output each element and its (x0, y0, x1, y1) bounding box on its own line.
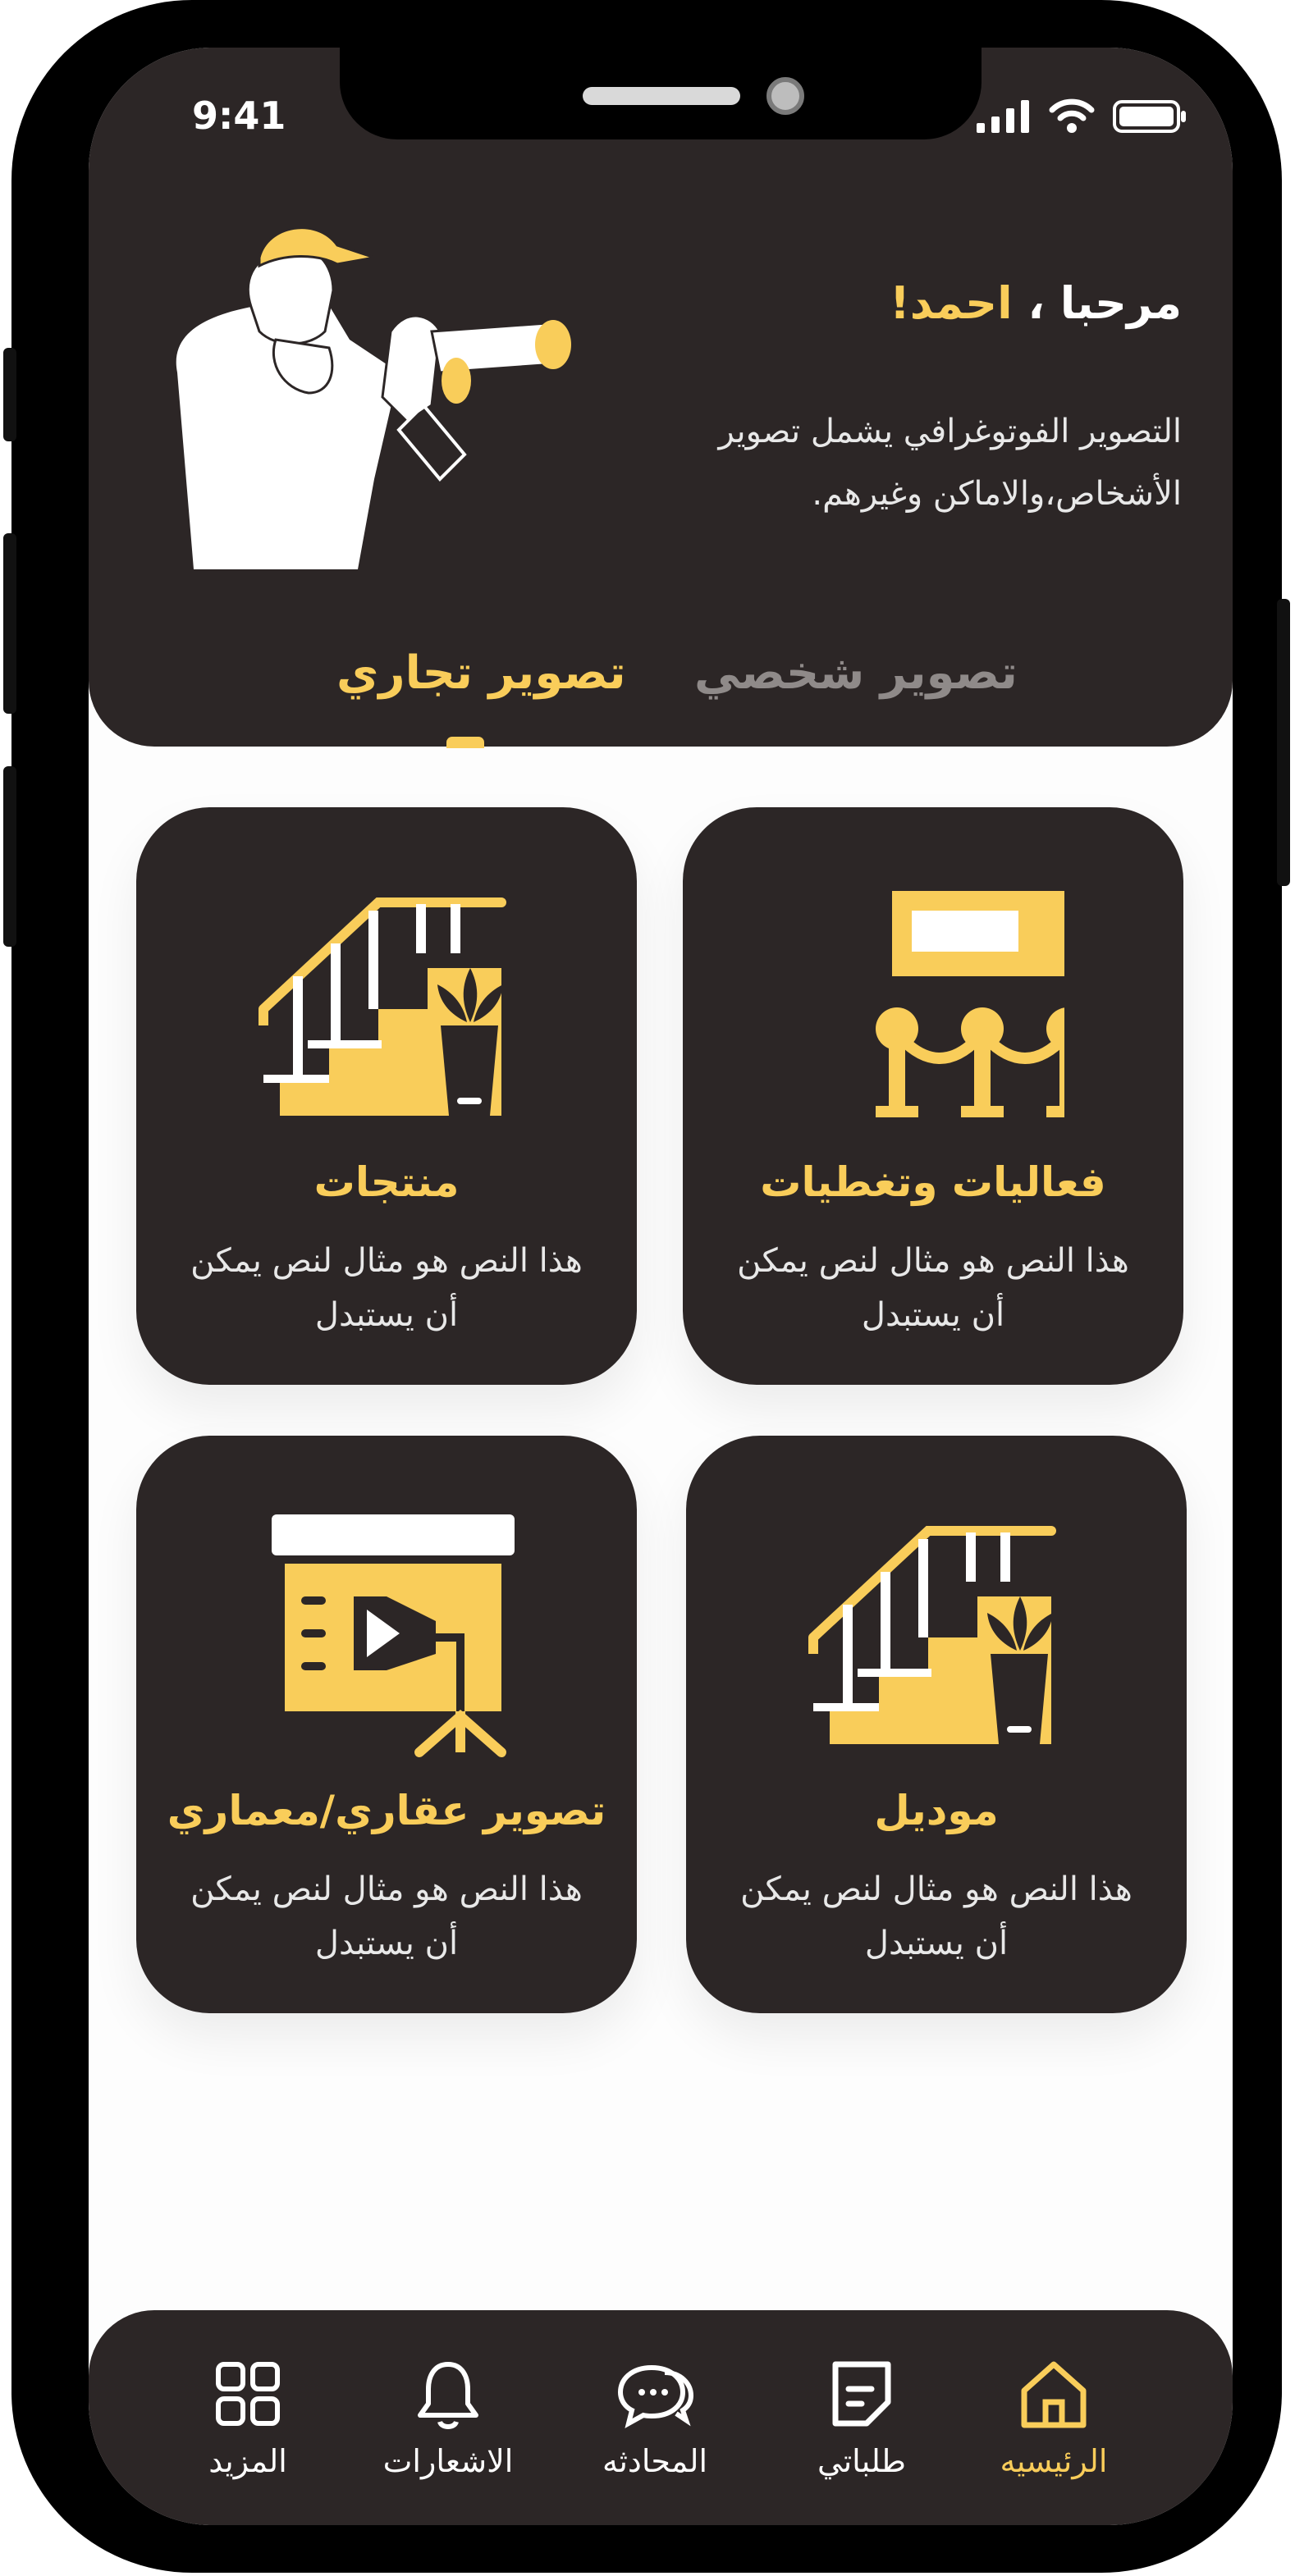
volume-down-button (3, 766, 16, 947)
note-icon (832, 2361, 891, 2427)
category-title: تصوير عقاري/معماري (167, 1787, 606, 1834)
tab-personal-photography[interactable]: تصوير شخصي (694, 646, 1018, 700)
user-name: احمد! (890, 277, 1013, 329)
greeting-label: مرحبا ، (1027, 277, 1182, 329)
category-card-real-estate[interactable]: تصوير عقاري/معماري هذا النص هو مثال لنص … (136, 1436, 637, 2013)
greeting-text: مرحبا ، احمد! (890, 277, 1182, 329)
status-bar: 9:41 (89, 48, 1233, 146)
nav-item-notifications[interactable]: الاشعارات (350, 2356, 547, 2479)
nav-label-home: الرئيسيه (1000, 2443, 1108, 2479)
nav-label-orders: طلباتي (817, 2443, 907, 2479)
nav-label-chat: المحادثه (602, 2443, 708, 2479)
tab-commercial-photography[interactable]: تصوير تجاري (336, 646, 626, 700)
bottom-navigation: الرئيسيه طلباتي المحادثه الاشعارات المزي… (89, 2310, 1233, 2525)
nav-label-notifications: الاشعارات (382, 2443, 514, 2479)
wifi-icon (1049, 98, 1095, 133)
category-title: فعاليات وتغطيات (760, 1158, 1106, 1206)
stairs-plant-icon (259, 897, 506, 1116)
screen: مرحبا ، احمد! التصوير الفوتوغرافي يشمل ت… (89, 48, 1233, 2525)
nav-item-more[interactable]: المزيد (149, 2356, 346, 2479)
photographer-illustration (176, 226, 571, 569)
status-icons (977, 98, 1187, 133)
nav-item-orders[interactable]: طلباتي (763, 2356, 960, 2479)
category-card-events[interactable]: فعاليات وتغطيات هذا النص هو مثال لنص يمك… (683, 807, 1183, 1385)
category-description: هذا النص هو مثال لنص يمكن أن يستبدل (190, 1870, 583, 1962)
nav-label-more: المزيد (208, 2443, 287, 2479)
category-description: هذا النص هو مثال لنص يمكن أن يستبدل (740, 1870, 1133, 1962)
active-tab-indicator (446, 737, 484, 748)
category-card-model[interactable]: موديل هذا النص هو مثال لنص يمكن أن يستبد… (686, 1436, 1187, 2013)
category-title: منتجات (313, 1158, 460, 1206)
event-barrier-icon (876, 891, 1064, 1117)
power-button (1277, 599, 1290, 886)
category-description: هذا النص هو مثال لنص يمكن أن يستبدل (190, 1242, 583, 1334)
battery-icon (1113, 100, 1186, 133)
category-card-products[interactable]: منتجات هذا النص هو مثال لنص يمكن أن يستب… (136, 807, 637, 1385)
phone-frame: مرحبا ، احمد! التصوير الفوتوغرافي يشمل ت… (3, 0, 1290, 2573)
mute-switch (3, 348, 16, 441)
chat-icon (617, 2364, 694, 2428)
grid-icon (216, 2362, 280, 2426)
volume-up-button (3, 533, 16, 714)
projector-screen-icon (272, 1514, 515, 1757)
category-description: هذا النص هو مثال لنص يمكن أن يستبدل (737, 1242, 1129, 1334)
home-icon (1021, 2361, 1087, 2428)
nav-item-chat[interactable]: المحادثه (556, 2356, 753, 2479)
status-time: 9:41 (192, 94, 286, 138)
header-panel: مرحبا ، احمد! التصوير الفوتوغرافي يشمل ت… (89, 48, 1233, 748)
category-title: موديل (874, 1787, 999, 1834)
bell-icon (418, 2362, 478, 2429)
stairs-plant-icon (808, 1526, 1056, 1744)
nav-item-home[interactable]: الرئيسيه (955, 2356, 1152, 2479)
intro-text: التصوير الفوتوغرافي يشمل تصوير الأشخاص،و… (718, 413, 1182, 513)
signal-icon (977, 100, 1029, 133)
